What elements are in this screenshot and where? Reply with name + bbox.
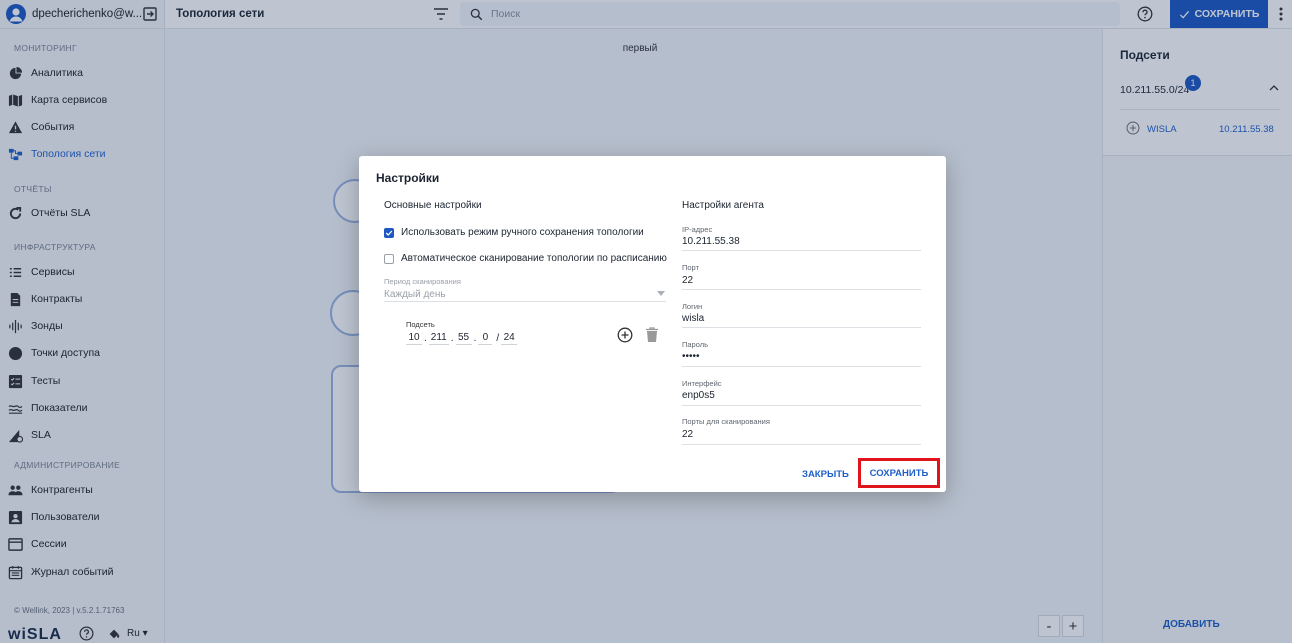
settings-dialog: Настройки Основные настройки Настройки а…	[359, 156, 946, 492]
scan-ports-input[interactable]: 22	[682, 429, 693, 440]
field-underline	[682, 405, 921, 406]
field-underline	[682, 366, 921, 367]
subnet-octet-3[interactable]: 55	[455, 332, 472, 345]
trash-icon[interactable]	[645, 327, 659, 343]
dropdown-arrow-icon[interactable]	[657, 291, 665, 297]
field-underline	[682, 444, 921, 445]
add-circle-icon[interactable]	[617, 327, 633, 343]
login-label: Логин	[682, 302, 703, 311]
subnet-label: Подсеть	[406, 320, 435, 329]
scan-period-select[interactable]: Каждый день	[384, 289, 446, 300]
octet-separator: .	[473, 333, 477, 344]
manual-save-checkbox[interactable]	[384, 227, 394, 238]
password-label: Пароль	[682, 340, 709, 349]
manual-save-option[interactable]: Использовать режим ручного сохранения то…	[384, 227, 644, 238]
subnet-mask[interactable]: 24	[501, 332, 518, 345]
field-underline	[682, 327, 921, 328]
auto-scan-option[interactable]: Автоматическое сканирование топологии по…	[384, 253, 667, 264]
agent-settings-heading: Настройки агента	[682, 200, 764, 211]
subnet-octet-2[interactable]: 211	[428, 332, 449, 345]
dialog-title: Настройки	[376, 171, 440, 185]
scan-period-label: Период сканирования	[384, 277, 461, 286]
auto-scan-label: Автоматическое сканирование топологии по…	[401, 253, 667, 264]
ip-address-label: IP-адрес	[682, 225, 713, 234]
field-underline	[682, 250, 921, 251]
field-underline	[682, 289, 921, 290]
scan-period-underline	[384, 301, 666, 302]
basic-settings-heading: Основные настройки	[384, 200, 482, 211]
subnet-octet-1[interactable]: 10	[406, 332, 422, 345]
save-button[interactable]: СОХРАНИТЬ	[858, 458, 940, 488]
ip-address-input[interactable]: 10.211.55.38	[682, 236, 740, 247]
close-button[interactable]: ЗАКРЫТЬ	[802, 469, 849, 480]
octet-separator: .	[450, 333, 454, 344]
interface-label: Интерфейс	[682, 379, 722, 388]
login-input[interactable]: wisla	[682, 313, 704, 324]
octet-separator: .	[424, 333, 427, 344]
port-label: Порт	[682, 263, 700, 272]
subnet-input: 10 . 211 . 55 . 0 / 24	[406, 332, 518, 345]
manual-save-label: Использовать режим ручного сохранения то…	[401, 227, 644, 238]
subnet-octet-4[interactable]: 0	[478, 332, 493, 345]
password-input[interactable]: •••••	[682, 351, 700, 362]
interface-input[interactable]: enp0s5	[682, 390, 715, 401]
auto-scan-checkbox[interactable]	[384, 253, 394, 264]
scan-ports-label: Порты для сканирования	[682, 417, 770, 426]
port-input[interactable]: 22	[682, 275, 693, 286]
mask-separator: /	[496, 333, 500, 344]
